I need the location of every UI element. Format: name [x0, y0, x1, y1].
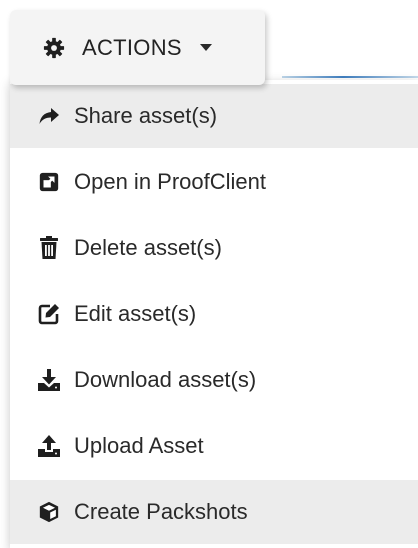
menu-item-label: Edit asset(s): [74, 301, 197, 326]
actions-button[interactable]: ACTIONS: [10, 10, 265, 85]
menu-item-label: Create Packshots: [74, 499, 248, 524]
cube-icon: [37, 500, 61, 524]
actions-menu: Share asset(s) Open in ProofClient Delet…: [10, 80, 418, 548]
share-icon: [37, 104, 61, 128]
menu-item-label: Share asset(s): [74, 103, 218, 128]
menu-item-upload-asset[interactable]: Upload Asset: [10, 414, 418, 478]
menu-item-open-in-proofclient[interactable]: Open in ProofClient: [10, 150, 418, 214]
menu-item-label: Open in ProofClient: [74, 169, 266, 194]
trash-icon: [37, 236, 61, 260]
menu-item-create-packshots[interactable]: Create Packshots: [10, 480, 418, 544]
actions-button-label: ACTIONS: [82, 34, 182, 60]
menu-item-edit-assets[interactable]: Edit asset(s): [10, 282, 418, 346]
header-accent-line: [282, 76, 418, 78]
edit-icon: [37, 302, 61, 326]
actions-dropdown-screen: ACTIONS Share asset(s) Open in ProofClie…: [0, 0, 418, 548]
menu-item-delete-assets[interactable]: Delete asset(s): [10, 216, 418, 280]
caret-down-icon: [199, 42, 212, 54]
download-icon: [37, 368, 61, 392]
cog-icon: [43, 37, 65, 59]
external-link-square-icon: [37, 170, 61, 194]
menu-item-label: Delete asset(s): [74, 235, 222, 260]
upload-icon: [37, 434, 61, 458]
menu-item-label: Upload Asset: [74, 433, 204, 458]
menu-item-label: Download asset(s): [74, 367, 257, 392]
menu-item-download-assets[interactable]: Download asset(s): [10, 348, 418, 412]
menu-item-share-assets[interactable]: Share asset(s): [10, 84, 418, 148]
